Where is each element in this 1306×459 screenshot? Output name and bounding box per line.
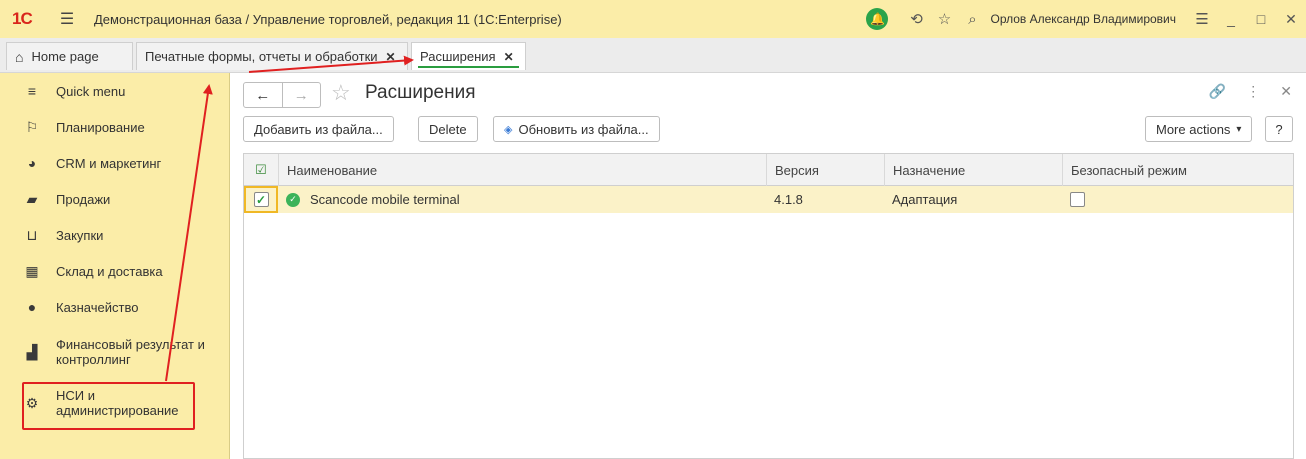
cell-text: Scancode mobile terminal [310, 192, 460, 207]
sidebar-item-label: Закупки [56, 227, 104, 243]
coin-icon: ● [27, 299, 37, 315]
tab-label: Расширения [420, 49, 496, 64]
window-title: Демонстрационная база / Управление торго… [94, 11, 562, 27]
sidebar-item-label: CRM и маркетинг [56, 155, 162, 171]
close-tab-icon[interactable]: ✕ [504, 50, 514, 64]
cell-purpose: Адаптация [892, 192, 958, 207]
navigation-buttons: ← → [243, 82, 321, 108]
add-from-file-button[interactable]: Добавить из файла... [243, 116, 394, 142]
current-user[interactable]: Орлов Александр Владимирович [990, 12, 1176, 26]
tab-label: Печатные формы, отчеты и обработки [145, 49, 378, 64]
table-header: ☑ Наименование Версия Назначение Безопас… [244, 154, 1293, 186]
title-bar: 1С ☰ Демонстрационная база / Управление … [0, 0, 1306, 38]
sidebar-item-crm[interactable]: ◕ CRM и маркетинг [0, 153, 230, 173]
column-header-name[interactable]: Наименование [278, 154, 766, 186]
delete-button[interactable]: Delete [418, 116, 478, 142]
active-column-header-icon[interactable]: ☑ [244, 154, 278, 186]
chevron-down-icon: ▾ [1236, 123, 1242, 135]
cell-version: 4.1.8 [774, 192, 803, 207]
status-ok-icon: ✓ [286, 192, 300, 207]
refresh-file-icon: ◈ [504, 123, 513, 136]
cart-icon: ⊔ [26, 226, 38, 243]
bar-chart-icon: ▟ [26, 343, 38, 360]
minimize-button[interactable]: _ [1216, 11, 1246, 27]
cell-name: ✓ Scancode mobile terminal [278, 186, 766, 213]
history-icon[interactable]: ⟲ [902, 10, 930, 28]
tab-label: Home page [31, 49, 99, 64]
tab-print-forms[interactable]: Печатные формы, отчеты и обработки ✕ [136, 42, 408, 70]
annotation-highlight-box [22, 382, 195, 430]
button-label: Обновить из файла... [518, 121, 649, 137]
tab-home[interactable]: ⌂ Home page [6, 42, 133, 70]
button-label: Добавить из файла... [254, 121, 383, 137]
button-label: More actions [1156, 121, 1231, 137]
main-panel: ← → ☆ Расширения 🔗 ⋮ ✕ Добавить из файла… [231, 73, 1306, 459]
more-actions-button[interactable]: More actions ▾ [1145, 116, 1253, 142]
search-icon[interactable]: ⌕ [958, 11, 986, 28]
sidebar-item-label: Quick menu [56, 83, 126, 99]
button-label: Delete [429, 121, 467, 137]
settings-menu-icon[interactable]: ☰ [1188, 10, 1216, 28]
favorites-star-icon[interactable]: ☆ [930, 10, 958, 28]
tab-extensions[interactable]: Расширения ✕ [411, 42, 526, 70]
planning-icon: ⚐ [25, 118, 39, 135]
forward-arrow-icon[interactable]: → [281, 83, 321, 107]
table-row[interactable]: ✓ ✓ Scancode mobile terminal 4.1.8 Адапт… [244, 186, 1293, 213]
sidebar-item-planning[interactable]: ⚐ Планирование [0, 117, 230, 137]
main-menu-icon[interactable]: ☰ [54, 9, 80, 29]
pie-chart-icon: ◕ [27, 155, 37, 171]
sidebar-item-label: Продажи [56, 191, 111, 207]
close-tab-icon[interactable]: ✕ [386, 50, 396, 64]
close-window-button[interactable]: ✕ [1276, 11, 1306, 28]
sidebar-item-financial-result[interactable]: ▟ Финансовый результат и контроллинг [0, 334, 230, 370]
sidebar-item-warehouse[interactable]: ▦ Склад и доставка [0, 261, 230, 281]
sidebar-item-sales[interactable]: ▰ Продажи [0, 189, 230, 209]
sidebar-item-label: Планирование [56, 119, 145, 135]
tabs-bar: ⌂ Home page Печатные формы, отчеты и обр… [0, 38, 1306, 73]
warehouse-icon: ▦ [25, 262, 39, 279]
app-logo: 1С [12, 9, 33, 28]
sidebar-item-quick-menu[interactable]: ≡ Quick menu [0, 81, 230, 101]
sidebar-item-label: Финансовый результат и контроллинг [56, 337, 205, 367]
maximize-button[interactable]: □ [1246, 11, 1276, 27]
active-checkbox[interactable]: ✓ [244, 186, 278, 213]
back-arrow-icon[interactable]: ← [244, 83, 282, 107]
column-header-safe-mode[interactable]: Безопасный режим [1062, 154, 1293, 186]
bag-icon: ▰ [26, 190, 38, 207]
sidebar-item-label: Склад и доставка [56, 263, 163, 279]
button-label: ? [1275, 121, 1283, 137]
sidebar-item-purchases[interactable]: ⊔ Закупки [0, 225, 230, 245]
safe-mode-checkbox[interactable] [1070, 192, 1085, 207]
help-button[interactable]: ? [1265, 116, 1293, 142]
column-header-version[interactable]: Версия [766, 154, 884, 186]
cell-safe-mode [1062, 186, 1293, 213]
extensions-table: ☑ Наименование Версия Назначение Безопас… [243, 153, 1294, 459]
sidebar-item-treasury[interactable]: ● Казначейство [0, 297, 230, 317]
close-form-icon[interactable]: ✕ [1280, 83, 1292, 100]
sidebar-item-label: Казначейство [56, 299, 139, 315]
add-to-favorites-star-icon[interactable]: ☆ [331, 80, 351, 106]
update-from-file-button[interactable]: ◈ Обновить из файла... [493, 116, 660, 142]
link-icon[interactable]: 🔗 [1209, 83, 1226, 100]
checkmark-icon: ✓ [253, 192, 269, 207]
notification-bell-icon[interactable]: 🔔 [866, 8, 889, 30]
more-options-icon[interactable]: ⋮ [1246, 83, 1260, 100]
column-header-purpose[interactable]: Назначение [884, 154, 1062, 186]
menu-icon: ≡ [27, 83, 37, 99]
page-title: Расширения [365, 82, 476, 103]
home-icon: ⌂ [15, 48, 24, 65]
